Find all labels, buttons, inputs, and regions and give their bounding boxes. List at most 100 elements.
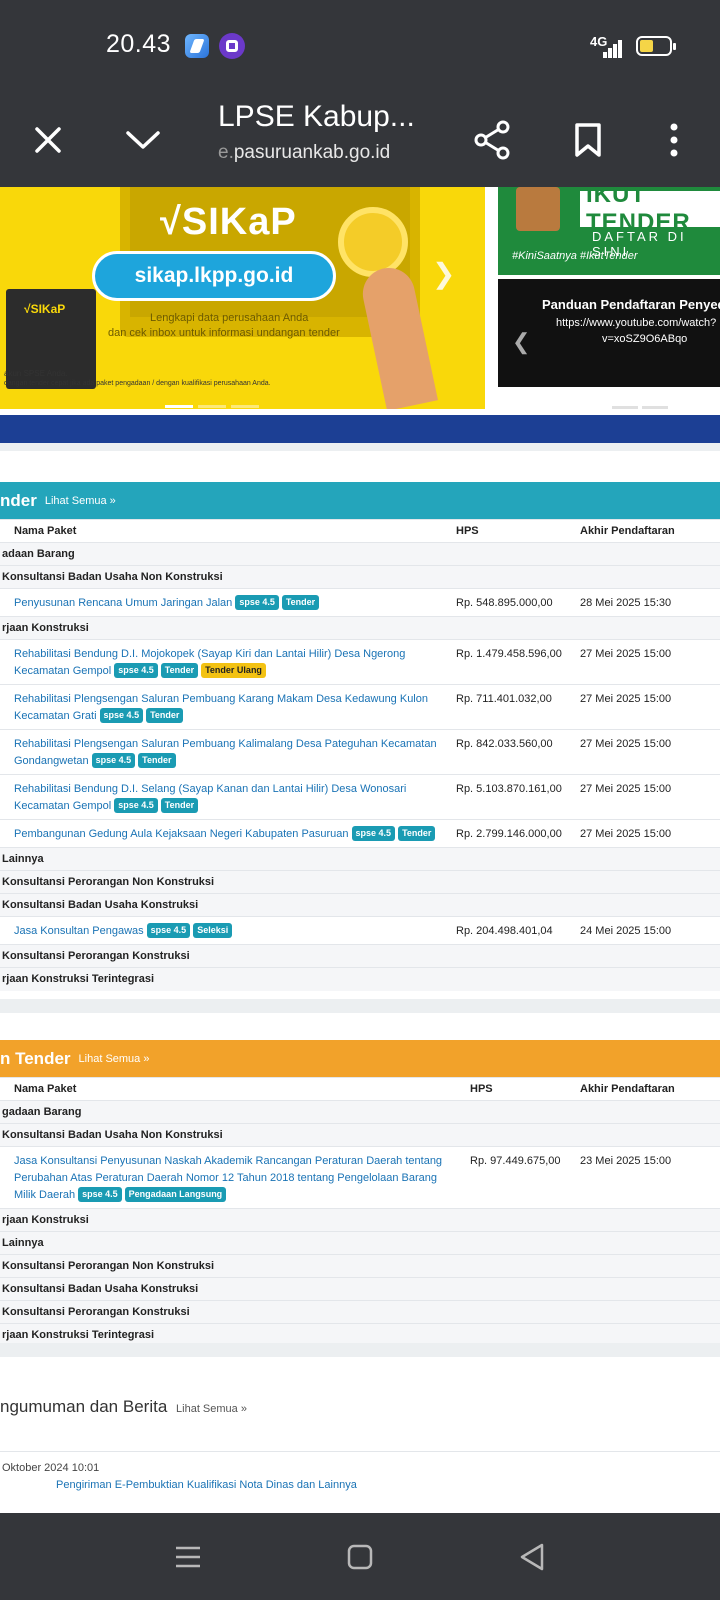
nontender-panel-header: n Tender Lihat Semua » — [0, 1040, 720, 1077]
web-content: √SIKaP √SIKaP sikap.lkpp.go.id Lengkapi … — [0, 187, 720, 1513]
table-row: Jasa Konsultansi Penyusunan Naskah Akade… — [0, 1146, 720, 1209]
col-akhir-pendaftaran: Akhir Pendaftaran — [580, 519, 720, 543]
package-badge: Tender — [138, 753, 176, 768]
url-domain: pasuruankab.go.id — [233, 142, 391, 163]
deadline-value: 27 Mei 2025 15:00 — [580, 639, 720, 685]
category-label: gadaan Barang — [0, 1100, 720, 1124]
pengumuman-see-all-link[interactable]: Lihat Semua » — [176, 1403, 247, 1415]
category-row: Konsultansi Badan Usaha Konstruksi — [0, 1277, 720, 1301]
package-cell: Rehabilitasi Plengsengan Saluran Pembuan… — [0, 729, 456, 775]
col-nama-paket: Nama Paket — [0, 1077, 470, 1101]
category-label: rjaan Konstruksi — [0, 1208, 720, 1232]
hps-value: Rp. 5.103.870.161,00 — [456, 774, 580, 820]
ikut-tender-banner[interactable]: IKUT TENDER DAFTAR DI SINI #KiniSaatnya … — [498, 187, 720, 275]
hps-value: Rp. 2.799.146.000,00 — [456, 819, 580, 848]
package-badge: spse 4.5 — [114, 798, 158, 813]
package-link[interactable]: Rehabilitasi Plengsengan Saluran Pembuan… — [14, 738, 437, 767]
nontender-table: Nama Paket HPS Akhir Pendaftaran gadaan … — [0, 1077, 720, 1347]
package-link[interactable]: Jasa Konsultan Pengawas — [14, 925, 144, 937]
package-link[interactable]: Rehabilitasi Plengsengan Saluran Pembuan… — [14, 693, 428, 722]
package-badge: spse 4.5 — [114, 663, 158, 678]
hps-value: Rp. 842.033.560,00 — [456, 729, 580, 775]
package-cell: Penyusunan Rencana Umum Jaringan Jalan sp… — [0, 588, 456, 617]
package-badge: Seleksi — [193, 923, 233, 938]
banner-subtitle-1: Lengkapi data perusahaan Anda — [150, 312, 309, 324]
package-link[interactable]: Rehabilitasi Bendung D.I. Selang (Sayap … — [14, 783, 406, 812]
category-row: gadaan Barang — [0, 1100, 720, 1124]
package-badge: spse 4.5 — [146, 923, 191, 938]
tender-see-all-link[interactable]: Lihat Semua » — [45, 495, 116, 507]
url-prefix: e. — [218, 142, 234, 163]
nontender-see-all-link[interactable]: Lihat Semua » — [79, 1053, 150, 1065]
hps-value: Rp. 97.449.675,00 — [470, 1146, 580, 1209]
box-icon — [516, 187, 560, 231]
tender-panel-title: nder — [0, 490, 37, 510]
category-row: Konsultansi Perorangan Konstruksi — [0, 1300, 720, 1324]
package-badge: spse 4.5 — [351, 826, 396, 841]
table-row: Rehabilitasi Bendung D.I. Mojokopek (Say… — [0, 639, 720, 685]
package-badge: Tender — [160, 798, 199, 813]
ikut-tender-label: IKUT TENDER — [580, 187, 720, 236]
pengumuman-title: ngumuman dan Berita — [0, 1397, 168, 1416]
status-time: 20.43 — [106, 30, 172, 58]
table-row: Rehabilitasi Bendung D.I. Selang (Sayap … — [0, 774, 720, 820]
page-title[interactable]: LPSE Kabup... — [218, 100, 415, 134]
app-notification-icon-2 — [219, 33, 245, 59]
chevron-right-icon[interactable]: ❯ — [432, 257, 455, 290]
chevron-down-icon[interactable] — [115, 112, 171, 168]
col-nama-paket: Nama Paket — [0, 519, 456, 543]
youtube-url-1: https://www.youtube.com/watch? — [556, 317, 717, 329]
hps-value: Rp. 1.479.458.596,00 — [456, 639, 580, 685]
close-icon[interactable] — [20, 112, 76, 168]
section-gap — [0, 999, 720, 1013]
table-row: Penyusunan Rencana Umum Jaringan Jalan sp… — [0, 588, 720, 617]
sikap-banner[interactable]: √SIKaP √SIKaP sikap.lkpp.go.id Lengkapi … — [0, 187, 485, 409]
category-label: adaan Barang — [0, 542, 720, 566]
category-label: Konsultansi Perorangan Konstruksi — [0, 1300, 720, 1324]
package-cell: Rehabilitasi Bendung D.I. Selang (Sayap … — [0, 774, 456, 820]
tender-panel: nder Lihat Semua » Nama Paket HPS Akhir … — [0, 482, 720, 991]
category-label: Lainnya — [0, 847, 720, 871]
back-icon[interactable] — [508, 1533, 556, 1581]
category-row: adaan Barang — [0, 542, 720, 566]
chevron-left-icon[interactable]: ❮ — [512, 329, 530, 355]
package-badge: spse 4.5 — [99, 708, 144, 723]
tender-table-body: adaan Barang Konsultansi Badan Usaha Non … — [0, 542, 720, 991]
tender-table: Nama Paket HPS Akhir Pendaftaran adaan B… — [0, 519, 720, 991]
category-label: Konsultansi Perorangan Non Konstruksi — [0, 1254, 720, 1278]
package-badge: Tender — [398, 826, 436, 841]
hps-value: Rp. 711.401.032,00 — [456, 684, 580, 730]
col-hps: HPS — [470, 1077, 580, 1101]
share-icon[interactable] — [464, 112, 520, 168]
pengumuman-header: ngumuman dan Berita Lihat Semua » — [0, 1397, 247, 1417]
table-row: Rehabilitasi Plengsengan Saluran Pembuan… — [0, 729, 720, 775]
pengumuman-item-link[interactable]: Pengiriman E-Pembuktian Kualifikasi Nota… — [56, 1479, 357, 1491]
col-hps: HPS — [456, 519, 580, 543]
hashtag-label: #KiniSaatnya #IkutTender — [512, 250, 638, 262]
recents-icon[interactable] — [164, 1533, 212, 1581]
nontender-panel: n Tender Lihat Semua » Nama Paket HPS Ak… — [0, 1040, 720, 1347]
battery-icon — [636, 36, 676, 56]
category-row: Konsultansi Perorangan Konstruksi — [0, 944, 720, 968]
page-url[interactable]: e.pasuruankab.go.id — [218, 142, 390, 164]
package-badge: Tender — [146, 708, 184, 723]
category-row: rjaan Konstruksi — [0, 1208, 720, 1232]
home-icon[interactable] — [336, 1533, 384, 1581]
cup-illustration — [338, 207, 408, 277]
package-link[interactable]: Pembangunan Gedung Aula Kejaksaan Negeri… — [14, 828, 349, 840]
panduan-banner[interactable]: ❮ Panduan Pendaftaran Penyedia https://w… — [498, 279, 720, 387]
bookmark-icon[interactable] — [560, 112, 616, 168]
book-logo: √SIKaP — [24, 302, 66, 316]
navy-divider — [0, 415, 720, 443]
table-row: Jasa Konsultan Pengawas spse 4.5 Seleksi Rp… — [0, 916, 720, 945]
package-cell: Rehabilitasi Plengsengan Saluran Pembuan… — [0, 684, 456, 730]
pengumuman-date: Oktober 2024 10:01 — [2, 1462, 100, 1474]
table-row: Rehabilitasi Plengsengan Saluran Pembuan… — [0, 684, 720, 730]
status-bar: 20.43 4G — [0, 0, 720, 92]
more-vertical-icon[interactable] — [646, 112, 702, 168]
divider — [0, 1451, 720, 1452]
package-link[interactable]: Penyusunan Rencana Umum Jaringan Jalan — [14, 597, 232, 609]
hps-value: Rp. 204.498.401,04 — [456, 916, 580, 945]
browser-toolbar: LPSE Kabup... e.pasuruankab.go.id — [0, 92, 720, 187]
nontender-panel-title: n Tender — [0, 1048, 71, 1068]
